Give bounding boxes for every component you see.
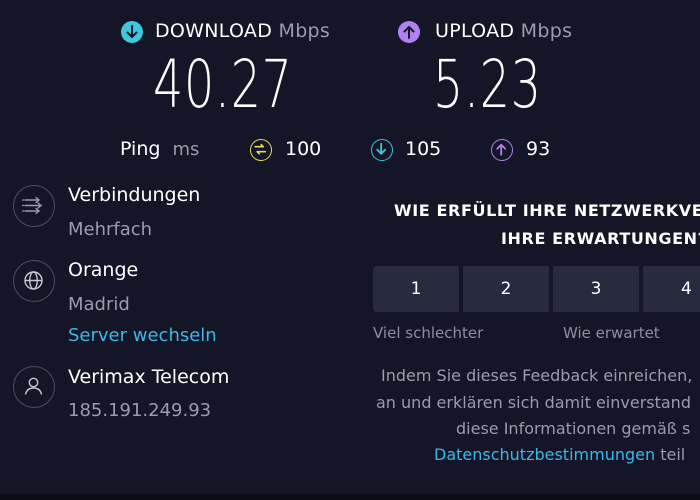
feedback-text-line3: diese Informationen gemäß s: [456, 419, 691, 438]
server-location: Madrid: [68, 294, 130, 315]
ping-unit: ms: [172, 139, 200, 160]
download-speed-value: 40.27: [153, 46, 293, 123]
connections-value: Mehrfach: [68, 219, 153, 240]
provider-ip: 185.191.249.93: [68, 400, 212, 421]
connections-title: Verbindungen: [68, 184, 201, 206]
ping-idle-value: 100: [285, 138, 322, 160]
ping-download-arrow-icon: [371, 139, 393, 161]
user-icon: [13, 366, 55, 408]
download-unit: Mbps: [278, 20, 331, 42]
download-title: DOWNLOAD Mbps: [155, 20, 330, 42]
rating-button-1[interactable]: 1: [373, 266, 459, 312]
feedback-text-line4: Datenschutzbestimmungen teil: [434, 445, 685, 464]
ping-upload-value: 93: [526, 138, 551, 160]
ping-icon: [250, 139, 272, 161]
rating-button-4[interactable]: 4: [643, 266, 700, 312]
server-name: Orange: [68, 259, 139, 281]
rating-label-mid: Wie erwartet: [563, 324, 660, 342]
download-arrow-icon: [121, 21, 143, 43]
change-server-link[interactable]: Server wechseln: [68, 325, 217, 346]
connections-icon: [13, 185, 55, 227]
ping-upload-arrow-icon: [491, 139, 513, 161]
upload-label: UPLOAD: [435, 20, 515, 42]
privacy-policy-link[interactable]: Datenschutzbestimmungen: [434, 445, 655, 464]
upload-title: UPLOAD Mbps: [435, 20, 572, 42]
upload-arrow-icon: [398, 21, 420, 43]
feedback-text-line4-suffix: teil: [655, 445, 686, 464]
upload-unit: Mbps: [520, 20, 573, 42]
rating-label-low: Viel schlechter: [373, 324, 484, 342]
ping-label-text: Ping: [120, 138, 161, 160]
feedback-question-line2: IHRE ERWARTUNGEN?: [501, 229, 700, 248]
download-label: DOWNLOAD: [155, 20, 273, 42]
ping-download-value: 105: [405, 138, 442, 160]
upload-speed-value: 5.23: [433, 46, 542, 123]
provider-name: Verimax Telecom: [68, 366, 230, 388]
bottom-edge: [0, 494, 700, 500]
feedback-text-line1: Indem Sie dieses Feedback einreichen,: [381, 366, 693, 385]
globe-icon: [13, 260, 55, 302]
feedback-text-line2: an und erklären sich damit einverstand: [376, 393, 691, 412]
ping-label: Ping ms: [120, 138, 199, 160]
rating-button-3[interactable]: 3: [553, 266, 639, 312]
rating-button-2[interactable]: 2: [463, 266, 549, 312]
feedback-question-line1: WIE ERFÜLLT IHRE NETZWERKVERF: [394, 201, 700, 220]
